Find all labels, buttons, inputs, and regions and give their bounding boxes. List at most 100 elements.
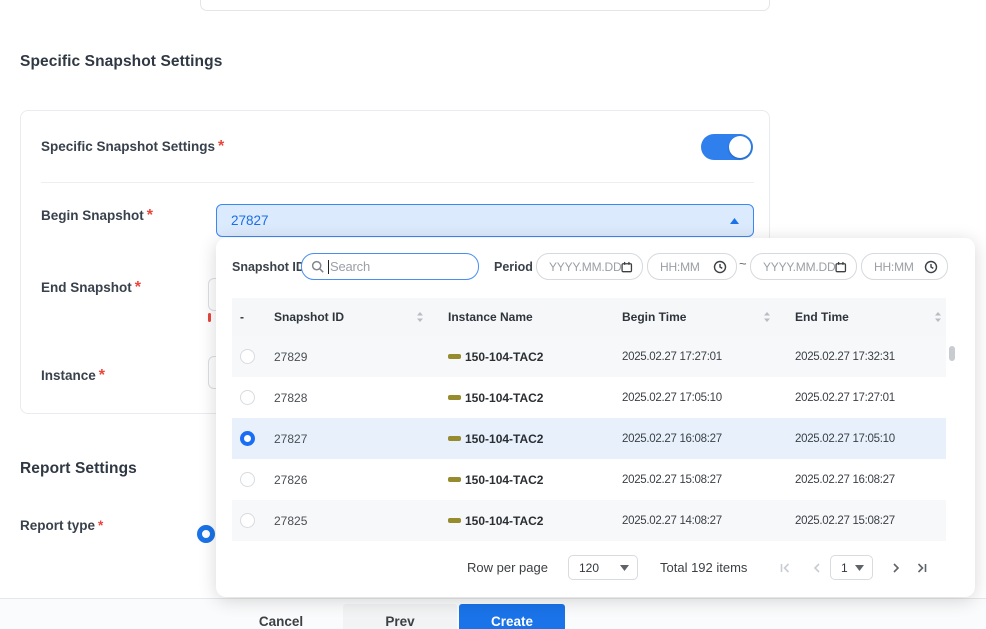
prev-page-button[interactable] bbox=[808, 560, 826, 576]
snapshot-section-title: Specific Snapshot Settings bbox=[20, 53, 222, 71]
table-scrollbar-thumb[interactable] bbox=[949, 346, 955, 361]
instance-name-cell: 150-104-TAC2 bbox=[465, 391, 543, 405]
instance-status-icon bbox=[448, 518, 461, 523]
snapshot-id-cell: 27825 bbox=[274, 514, 448, 528]
toggle-knob bbox=[729, 136, 751, 158]
snapshot-dropdown-panel: Snapshot ID Search Period YYYY.MM.DD HH:… bbox=[216, 238, 975, 597]
sort-icon[interactable] bbox=[416, 311, 424, 323]
prev-button[interactable]: Prev bbox=[343, 604, 457, 629]
row-radio[interactable] bbox=[240, 390, 255, 405]
filter-snapshot-id-label: Snapshot ID bbox=[232, 260, 305, 274]
time-placeholder: HH:MM bbox=[660, 260, 713, 274]
rows-per-page-value: 120 bbox=[579, 561, 599, 575]
next-page-button[interactable] bbox=[887, 560, 905, 576]
end-time-cell: 2025.02.27 16:08:27 bbox=[795, 474, 946, 486]
instance-status-icon bbox=[448, 477, 461, 482]
row-radio[interactable] bbox=[240, 349, 255, 364]
previous-section-box bbox=[200, 0, 770, 11]
end-time-cell: 2025.02.27 17:32:31 bbox=[795, 351, 946, 363]
report-section-title: Report Settings bbox=[20, 460, 137, 478]
begin-time-cell: 2025.02.27 17:27:01 bbox=[622, 351, 795, 363]
snapshot-id-cell: 27829 bbox=[274, 350, 448, 364]
footer-bar: Cancel Prev Create bbox=[0, 598, 986, 629]
report-type-radio[interactable] bbox=[197, 525, 215, 543]
instance-name-cell: 150-104-TAC2 bbox=[465, 473, 543, 487]
required-marker: * bbox=[218, 138, 224, 155]
row-radio[interactable] bbox=[240, 431, 255, 446]
sort-icon[interactable] bbox=[934, 311, 942, 323]
row-radio[interactable] bbox=[240, 513, 255, 528]
table-row[interactable]: 27828 150-104-TAC2 2025.02.27 17:05:10 2… bbox=[232, 377, 946, 418]
snapshot-settings-toggle[interactable] bbox=[701, 134, 753, 160]
end-time-cell: 2025.02.27 17:27:01 bbox=[795, 392, 946, 404]
required-marker: * bbox=[99, 367, 105, 384]
begin-snapshot-select[interactable]: 27827 bbox=[216, 204, 754, 237]
instance-name-cell: 150-104-TAC2 bbox=[465, 350, 543, 364]
rows-per-page-label: Row per page bbox=[467, 560, 548, 575]
instance-label: Instance bbox=[41, 368, 96, 383]
caret-down-icon bbox=[620, 565, 629, 571]
instance-name-cell: 150-104-TAC2 bbox=[465, 514, 543, 528]
switch-label: Specific Snapshot Settings bbox=[41, 139, 215, 154]
table-row[interactable]: 27827 150-104-TAC2 2025.02.27 16:08:27 2… bbox=[232, 418, 946, 459]
snapshot-id-cell: 27827 bbox=[274, 432, 448, 446]
table-body: 27829 150-104-TAC2 2025.02.27 17:27:01 2… bbox=[232, 336, 946, 541]
rows-per-page-select[interactable]: 120 bbox=[568, 555, 638, 580]
begin-time-cell: 2025.02.27 17:05:10 bbox=[622, 392, 795, 404]
end-snapshot-error-marker bbox=[208, 313, 211, 322]
snapshot-search-input[interactable]: Search bbox=[301, 253, 479, 280]
sort-icon[interactable] bbox=[763, 311, 771, 323]
period-label: Period bbox=[494, 260, 533, 274]
period-start-time-input[interactable]: HH:MM bbox=[647, 253, 737, 280]
calendar-icon bbox=[835, 260, 847, 274]
end-snapshot-label: End Snapshot bbox=[41, 280, 132, 295]
header-dash: - bbox=[232, 310, 274, 324]
instance-status-icon bbox=[448, 354, 461, 359]
instance-status-icon bbox=[448, 395, 461, 400]
table-row[interactable]: 27826 150-104-TAC2 2025.02.27 15:08:27 2… bbox=[232, 459, 946, 500]
table-row[interactable]: 27825 150-104-TAC2 2025.02.27 14:08:27 2… bbox=[232, 500, 946, 541]
text-cursor bbox=[328, 260, 329, 274]
end-time-cell: 2025.02.27 17:05:10 bbox=[795, 433, 946, 445]
header-snapshot-id: Snapshot ID bbox=[274, 310, 448, 324]
time-placeholder: HH:MM bbox=[874, 260, 924, 274]
caret-up-icon bbox=[730, 218, 739, 224]
page-select[interactable]: 1 bbox=[830, 555, 873, 580]
period-start-date-input[interactable]: YYYY.MM.DD bbox=[536, 253, 643, 280]
report-type-label-row: Report type* bbox=[20, 518, 103, 533]
first-page-icon bbox=[780, 563, 791, 573]
header-snapshot-id-label: Snapshot ID bbox=[274, 310, 344, 324]
period-end-date-input[interactable]: YYYY.MM.DD bbox=[750, 253, 857, 280]
last-page-button[interactable] bbox=[912, 560, 930, 576]
begin-time-cell: 2025.02.27 16:08:27 bbox=[622, 433, 795, 445]
search-placeholder: Search bbox=[330, 259, 469, 274]
instance-label-row: Instance* bbox=[41, 367, 105, 385]
period-end-time-input[interactable]: HH:MM bbox=[861, 253, 948, 280]
chevron-left-icon bbox=[813, 563, 821, 573]
snapshot-table: - Snapshot ID Instance Name Begin Time E… bbox=[232, 298, 946, 541]
table-row[interactable]: 27829 150-104-TAC2 2025.02.27 17:27:01 2… bbox=[232, 336, 946, 377]
calendar-icon bbox=[621, 260, 633, 274]
clock-icon bbox=[924, 260, 938, 274]
header-begin-time: Begin Time bbox=[622, 310, 795, 324]
period-range-separator: ~ bbox=[739, 256, 747, 271]
instance-status-icon bbox=[448, 436, 461, 441]
chevron-right-icon bbox=[892, 563, 900, 573]
row-radio[interactable] bbox=[240, 472, 255, 487]
header-begin-time-label: Begin Time bbox=[622, 310, 686, 324]
switch-label-row: Specific Snapshot Settings* bbox=[41, 138, 224, 156]
date-placeholder: YYYY.MM.DD bbox=[549, 260, 621, 274]
header-instance-name-label: Instance Name bbox=[448, 310, 533, 324]
header-end-time-label: End Time bbox=[795, 310, 849, 324]
first-page-button[interactable] bbox=[776, 560, 794, 576]
clock-icon bbox=[713, 260, 727, 274]
current-page-value: 1 bbox=[841, 561, 848, 575]
required-marker: * bbox=[147, 207, 153, 224]
header-instance-name: Instance Name bbox=[448, 310, 622, 324]
cancel-button[interactable]: Cancel bbox=[240, 604, 322, 629]
create-button[interactable]: Create bbox=[459, 604, 565, 629]
date-placeholder: YYYY.MM.DD bbox=[763, 260, 835, 274]
card-divider bbox=[41, 182, 754, 183]
table-header: - Snapshot ID Instance Name Begin Time E… bbox=[232, 298, 946, 336]
report-type-label: Report type bbox=[20, 518, 95, 533]
